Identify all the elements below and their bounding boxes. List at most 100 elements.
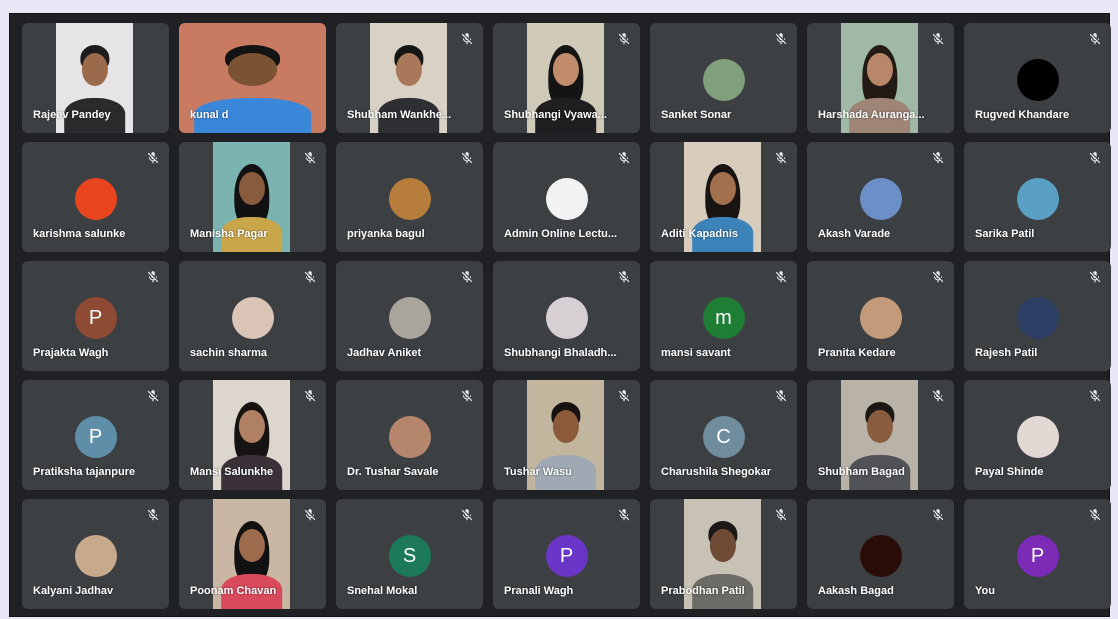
mic-off-icon (1088, 508, 1102, 522)
mic-off-icon (617, 389, 631, 403)
participant-name: Manisha Pagar (190, 228, 268, 240)
participant-tile[interactable]: P Prajakta Wagh (22, 261, 169, 371)
mic-off-icon (931, 151, 945, 165)
avatar (74, 178, 117, 220)
mic-off-icon (774, 389, 788, 403)
participant-tile[interactable]: Rajeev Pandey (22, 23, 169, 133)
participant-tile[interactable]: Kalyani Jadhav (22, 499, 169, 609)
participant-tile[interactable]: Prabodhan Patil (650, 499, 797, 609)
mic-off-icon (146, 508, 160, 522)
participant-name: Poonam Chavan (190, 585, 277, 597)
participant-name: Payal Shinde (975, 466, 1044, 478)
participant-tile[interactable]: P Pratiksha tajanpure (22, 380, 169, 490)
participant-tile[interactable]: Jadhav Aniket (336, 261, 483, 371)
participant-name: Prabodhan Patil (661, 585, 745, 597)
avatar-initial: C (702, 416, 745, 458)
participant-name: Sanket Sonar (661, 109, 732, 121)
mic-off-icon (617, 32, 631, 46)
participant-name: Jadhav Aniket (347, 347, 422, 359)
participant-tile[interactable]: Payal Shinde (964, 380, 1111, 490)
mic-off-icon (1088, 389, 1102, 403)
participant-tile[interactable]: P Pranali Wagh (493, 499, 640, 609)
participant-tile[interactable]: Shubhangi Bhaladh... (493, 261, 640, 371)
participant-name: Shubhangi Bhaladh... (504, 347, 617, 359)
participant-tile[interactable]: Tushar Wasu (493, 380, 640, 490)
mic-off-icon (303, 151, 317, 165)
avatar (545, 297, 588, 339)
participant-name: You (975, 585, 995, 597)
participant-name: Pranali Wagh (504, 585, 574, 597)
participant-tile[interactable]: karishma salunke (22, 142, 169, 252)
avatar (1016, 59, 1059, 101)
participant-tile[interactable]: Pranita Kedare (807, 261, 954, 371)
participant-grid: Rajeev Pandey kunal d Shubham Wankhe... Shu… (22, 23, 1111, 609)
participant-tile[interactable]: Mansi Salunkhe (179, 380, 326, 490)
participant-tile[interactable]: P You (964, 499, 1111, 609)
participant-tile[interactable]: Shubhangi Vyawa... (493, 23, 640, 133)
mic-off-icon (931, 389, 945, 403)
participant-name: Prajakta Wagh (33, 347, 109, 359)
avatar (388, 297, 431, 339)
avatar (1016, 416, 1059, 458)
participant-name: Snehal Mokal (347, 585, 418, 597)
avatar (859, 535, 902, 577)
participant-tile[interactable]: C Charushila Shegokar (650, 380, 797, 490)
participant-tile[interactable]: Akash Varade (807, 142, 954, 252)
mic-off-icon (460, 508, 474, 522)
mic-off-icon (617, 508, 631, 522)
mic-off-icon (1088, 32, 1102, 46)
participant-tile[interactable]: sachin sharma (179, 261, 326, 371)
participant-tile[interactable]: Dr. Tushar Savale (336, 380, 483, 490)
participant-tile[interactable]: S Snehal Mokal (336, 499, 483, 609)
participant-tile[interactable]: Shubham Wankhe... (336, 23, 483, 133)
avatar-initial: P (74, 297, 117, 339)
avatar-initial: m (702, 297, 745, 339)
participant-tile[interactable]: Rugved Khandare (964, 23, 1111, 133)
mic-off-icon (1088, 151, 1102, 165)
avatar (545, 178, 588, 220)
participant-name: kunal d (190, 109, 229, 121)
participant-tile[interactable]: Harshada Auranga... (807, 23, 954, 133)
participant-tile[interactable]: kunal d (179, 23, 326, 133)
participant-tile[interactable]: Admin Online Lectu... (493, 142, 640, 252)
mic-off-icon (1088, 270, 1102, 284)
avatar (859, 178, 902, 220)
avatar (1016, 297, 1059, 339)
avatar-initial: S (388, 535, 431, 577)
participant-name: Mansi Salunkhe (190, 466, 274, 478)
participant-name: Dr. Tushar Savale (347, 466, 439, 478)
avatar (74, 535, 117, 577)
participant-tile[interactable]: m mansi savant (650, 261, 797, 371)
participant-name: sachin sharma (190, 347, 268, 359)
mic-off-icon (146, 389, 160, 403)
participant-name: Kalyani Jadhav (33, 585, 114, 597)
mic-off-icon (931, 32, 945, 46)
avatar (388, 178, 431, 220)
participant-name: mansi savant (661, 347, 731, 359)
participant-tile[interactable]: Sarika Patil (964, 142, 1111, 252)
participant-name: Sarika Patil (975, 228, 1035, 240)
participant-tile[interactable]: Sanket Sonar (650, 23, 797, 133)
mic-off-icon (303, 389, 317, 403)
participant-tile[interactable]: Poonam Chavan (179, 499, 326, 609)
participant-name: Shubham Bagad (818, 466, 905, 478)
participant-tile[interactable]: Aditi Kapadnis (650, 142, 797, 252)
mic-off-icon (617, 270, 631, 284)
participant-name: Charushila Shegokar (661, 466, 772, 478)
avatar-initial: P (1016, 535, 1059, 577)
participant-name: Akash Varade (818, 228, 891, 240)
avatar (231, 297, 274, 339)
participant-name: Tushar Wasu (504, 466, 572, 478)
participant-tile[interactable]: Shubham Bagad (807, 380, 954, 490)
mic-off-icon (460, 270, 474, 284)
mic-off-icon (460, 389, 474, 403)
participant-tile[interactable]: Manisha Pagar (179, 142, 326, 252)
avatar (1016, 178, 1059, 220)
participant-name: Rugved Khandare (975, 109, 1070, 121)
participant-tile[interactable]: priyanka bagul (336, 142, 483, 252)
mic-off-icon (774, 270, 788, 284)
avatar (388, 416, 431, 458)
participant-tile[interactable]: Aakash Bagad (807, 499, 954, 609)
mic-off-icon (303, 270, 317, 284)
participant-tile[interactable]: Rajesh Patil (964, 261, 1111, 371)
